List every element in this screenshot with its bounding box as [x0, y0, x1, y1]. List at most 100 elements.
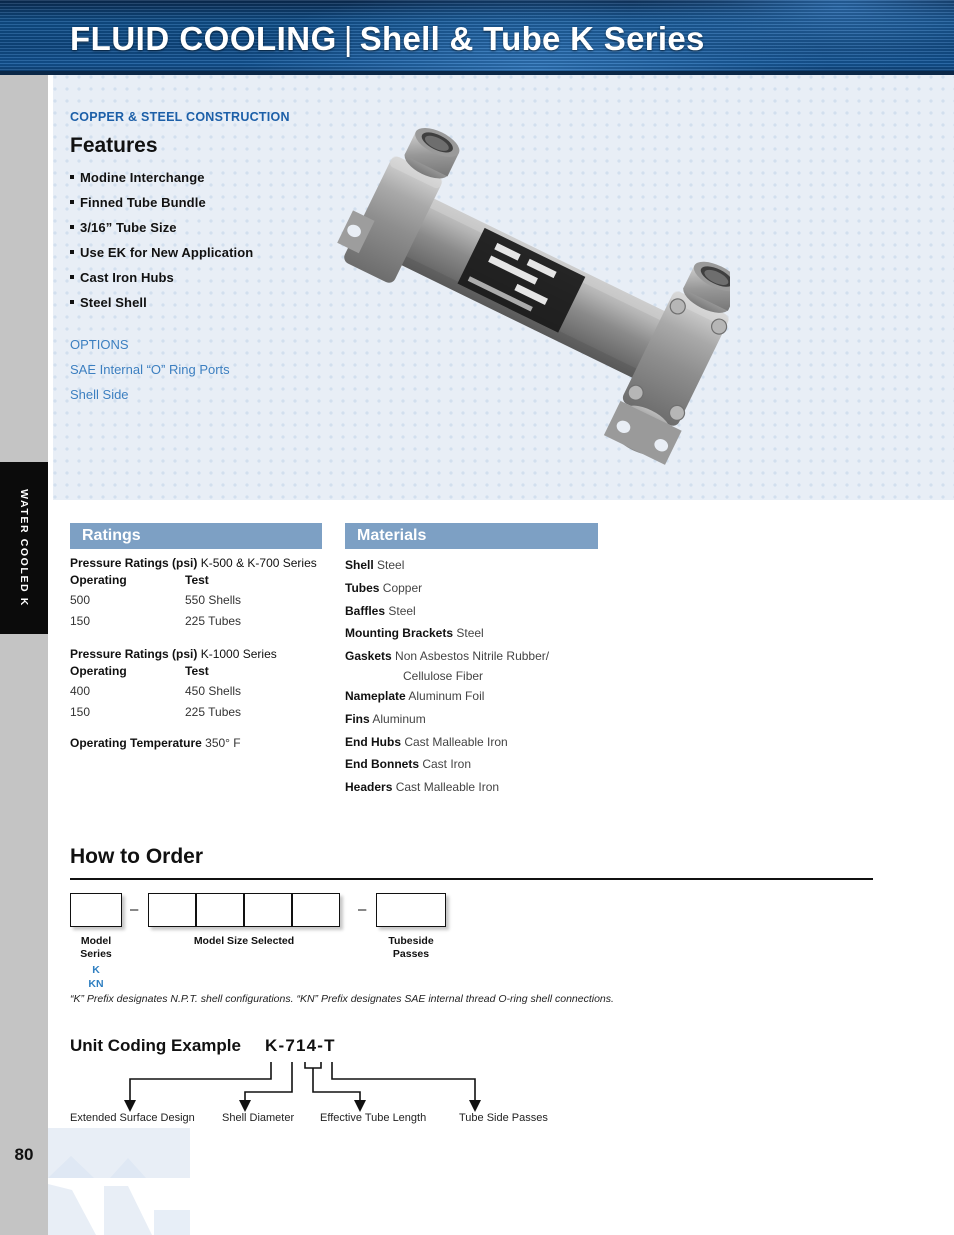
unit-coding-heading: Unit Coding Example [70, 1036, 241, 1055]
order-label-model-series-line2: Series [80, 947, 112, 960]
order-dash-2: – [358, 901, 367, 918]
ratings-operating-value: 500 [70, 593, 91, 607]
ratings-group2-title-bold: Pressure Ratings (psi) [70, 647, 198, 661]
feature-item: Cast Iron Hubs [70, 265, 360, 290]
option-item: Shell Side [70, 387, 129, 402]
feature-label: 3/16” Tube Size [80, 220, 177, 235]
material-row: Mounting Brackets Steel [345, 622, 625, 645]
feature-item: Use EK for New Application [70, 240, 360, 265]
column-header-operating: Operating [70, 664, 127, 678]
unit-coding-label-effective-tube-length: Effective Tube Length [320, 1112, 427, 1124]
bullet-square-icon [70, 175, 74, 179]
order-box-tubeside-passes[interactable] [376, 893, 446, 927]
ratings-content: Pressure Ratings (psi) K-500 & K-700 Ser… [70, 554, 335, 750]
section-bar-ratings: Ratings [70, 523, 322, 549]
material-row: Headers Cast Malleable Iron [345, 776, 625, 799]
bullet-square-icon [70, 275, 74, 279]
ratings-test-value: 550 Shells [185, 593, 242, 607]
section-bar-materials: Materials [345, 523, 598, 549]
column-header-operating: Operating [70, 573, 127, 587]
order-box-model-size-3[interactable] [244, 893, 292, 927]
material-row: Baffles Steel [345, 600, 625, 623]
feature-label: Finned Tube Bundle [80, 195, 206, 210]
ratings-test-value: 225 Tubes [185, 614, 242, 628]
page-title-sub: Shell & Tube K Series [359, 20, 705, 57]
material-row: Tubes Copper [345, 577, 625, 600]
material-name: Baffles [345, 603, 386, 618]
features-heading: Features [70, 134, 158, 157]
unit-coding-label-shell-diameter: Shell Diameter [222, 1112, 295, 1124]
features-list: Modine Interchange Finned Tube Bundle 3/… [70, 165, 360, 315]
feature-item: 3/16” Tube Size [70, 215, 360, 240]
ratings-group1-title-rest: K-500 & K-700 Series [197, 556, 317, 570]
hero-kicker: COPPER & STEEL CONSTRUCTION [70, 110, 290, 124]
material-row: End Bonnets Cast Iron [345, 753, 625, 776]
ratings-group1-title-bold: Pressure Ratings (psi) [70, 556, 198, 570]
order-box-model-size-4[interactable] [292, 893, 340, 927]
material-value: Cast Malleable Iron [401, 734, 508, 749]
ratings-group1-column-headers: Operating Test [70, 573, 335, 593]
ratings-operating-value: 150 [70, 705, 91, 719]
bullet-square-icon [70, 225, 74, 229]
options-title: OPTIONS [70, 337, 129, 352]
operating-temperature-row: Operating Temperature 350° F [70, 736, 335, 750]
material-value: Copper [379, 580, 423, 595]
ratings-row: 150 225 Tubes [70, 705, 335, 726]
page-title: FLUID COOLING | Shell & Tube K Series [70, 22, 705, 56]
operating-temperature-label: Operating Temperature [70, 736, 202, 750]
section-bar-ratings-label: Ratings [82, 527, 141, 544]
material-row: Nameplate Aluminum Foil [345, 685, 625, 708]
feature-item: Steel Shell [70, 290, 360, 315]
column-header-test: Test [185, 664, 209, 678]
page-title-separator: | [343, 20, 353, 57]
ratings-group2-title: Pressure Ratings (psi) K-1000 Series [70, 645, 335, 664]
page-header-banner: FLUID COOLING | Shell & Tube K Series [0, 0, 954, 75]
order-label-model-size: Model Size Selected [193, 935, 295, 947]
material-value: Steel [453, 626, 484, 641]
operating-temperature-value: 350° F [201, 736, 241, 750]
side-tab-label: WATER COOLED K [18, 489, 30, 607]
material-value: Non Asbestos Nitrile Rubber/ [391, 649, 550, 664]
materials-content: Shell Steel Tubes Copper Baffles Steel M… [345, 554, 625, 799]
material-name: Headers [345, 780, 393, 795]
order-option-k: K [92, 964, 100, 976]
ratings-row: 400 450 Shells [70, 684, 335, 705]
material-value-continuation: Cellulose Fiber [403, 668, 484, 683]
options-block: OPTIONS SAE Internal “O” Ring Ports Shel… [70, 332, 370, 407]
ratings-test-value: 225 Tubes [185, 705, 242, 719]
unit-coding-code: K-714-T [265, 1036, 336, 1055]
material-value: Steel [385, 603, 416, 618]
side-tab-water-cooled: WATER COOLED K [0, 462, 48, 634]
material-row: Gaskets Non Asbestos Nitrile Rubber/ [345, 645, 625, 668]
how-to-order-heading: How to Order [70, 845, 204, 868]
material-value: Steel [373, 558, 405, 572]
bullet-square-icon [70, 250, 74, 254]
bullet-square-icon [70, 200, 74, 204]
feature-label: Steel Shell [80, 295, 147, 310]
datasheet-page: FLUID COOLING | Shell & Tube K Series WATE… [0, 0, 954, 1235]
bullet-square-icon [70, 300, 74, 304]
ratings-group2-title-rest: K-1000 Series [197, 647, 277, 661]
unit-coding-label-tube-side-passes: Tube Side Passes [459, 1112, 548, 1124]
ratings-row: 150 225 Tubes [70, 614, 335, 635]
order-label-tubeside-line2: Passes [392, 947, 430, 960]
ratings-row: 500 550 Shells [70, 593, 335, 614]
unit-coding-label-extended-surface: Extended Surface Design [70, 1112, 195, 1124]
order-box-model-series[interactable] [70, 893, 122, 927]
order-box-model-size-2[interactable] [196, 893, 244, 927]
order-footnote: “K” Prefix designates N.P.T. shell confi… [70, 993, 614, 1005]
material-row: Shell Steel [345, 554, 625, 577]
page-number: 80 [14, 1145, 34, 1164]
material-name: End Hubs [345, 734, 401, 749]
order-label-tubeside-passes: Tubeside Passes [376, 935, 446, 960]
feature-label: Cast Iron Hubs [80, 270, 174, 285]
material-name: Nameplate [345, 688, 406, 703]
product-photo-heat-exchanger [330, 100, 740, 480]
ratings-test-value: 450 Shells [185, 684, 242, 698]
feature-label: Use EK for New Application [80, 245, 254, 260]
order-box-model-size-1[interactable] [148, 893, 196, 927]
decorative-chevrons [48, 1128, 238, 1235]
order-label-tubeside-line1: Tubeside [388, 935, 434, 947]
option-item: SAE Internal “O” Ring Ports [70, 362, 230, 377]
